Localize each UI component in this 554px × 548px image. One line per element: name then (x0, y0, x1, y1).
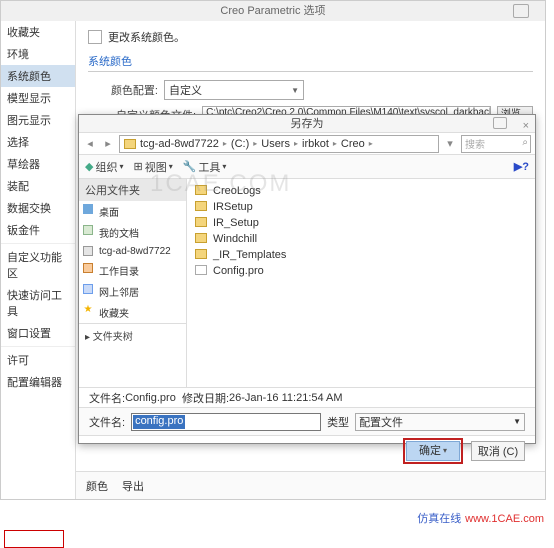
search-icon: ⌕ (522, 137, 528, 148)
file-item[interactable]: IRSetup (191, 199, 531, 215)
color-config-select[interactable]: 自定义 ▼ (164, 80, 304, 100)
bc-folder[interactable]: Creo (341, 138, 365, 150)
chevron-down-icon: ▼ (513, 417, 521, 426)
place-item[interactable]: 网上邻居 (79, 281, 186, 302)
tools-button[interactable]: 🔧工具▾ (183, 159, 227, 175)
sidebar-item[interactable]: 快速访问工具 (1, 284, 75, 322)
footer-export[interactable]: 导出 (122, 478, 144, 494)
navbar: ◂ ▸ tcg-ad-8wd7722▸ (C:)▸ Users▸ irbkot▸… (79, 133, 535, 155)
options-desc: 更改系统颜色。 (108, 29, 185, 45)
toolbar: ◆组织▾ ⊞视图▾ 🔧工具▾ ▶? (79, 155, 535, 179)
sidebar-item[interactable]: 自定义功能区 (1, 246, 75, 284)
bc-users[interactable]: Users (261, 138, 290, 150)
section-header: 系统颜色 (88, 53, 533, 72)
filename-input[interactable]: config.pro (131, 413, 321, 431)
bc-host[interactable]: tcg-ad-8wd7722 (140, 138, 219, 150)
saveas-title: 另存为 (291, 118, 324, 130)
file-item[interactable]: Windchill (191, 231, 531, 247)
file-item[interactable]: CreoLogs (191, 183, 531, 199)
neigh-icon (83, 284, 93, 294)
sidebar-item[interactable]: 环境 (1, 43, 75, 65)
place-item[interactable]: ★收藏夹 (79, 302, 186, 323)
button-row: 确定▾ 取消 (C) (79, 435, 535, 465)
bc-c[interactable]: (C:) (231, 138, 249, 150)
cancel-button[interactable]: 取消 (C) (471, 441, 525, 461)
organize-icon: ◆ (85, 160, 93, 173)
breadcrumb[interactable]: tcg-ad-8wd7722▸ (C:)▸ Users▸ irbkot▸ Cre… (119, 135, 439, 153)
site-url: 仿真在线 www.1CAE.com (417, 509, 544, 526)
host-icon (83, 246, 93, 256)
places-header: 公用文件夹 (79, 179, 186, 201)
view-button[interactable]: ⊞视图▾ (133, 159, 172, 175)
help-icon[interactable]: ▶? (514, 160, 529, 173)
sidebar-item[interactable]: 图元显示 (1, 109, 75, 131)
sidebar-item[interactable]: 模型显示 (1, 87, 75, 109)
place-item[interactable]: tcg-ad-8wd7722 (79, 243, 186, 260)
folder-icon (124, 139, 136, 149)
folder-icon (195, 233, 207, 243)
chevron-down-icon: ▼ (291, 86, 299, 95)
saveas-titlebar: 另存为 × (79, 115, 535, 133)
sidebar-item[interactable]: 钣金件 (1, 219, 75, 241)
place-item[interactable]: 工作目录 (79, 260, 186, 281)
settings-icon[interactable] (493, 117, 507, 129)
filename-label: 文件名: (89, 414, 125, 430)
folder-icon (195, 201, 207, 211)
color-config-value: 自定义 (169, 82, 202, 98)
sidebar-item[interactable]: 草绘器 (1, 153, 75, 175)
color-config-label: 颜色配置: (88, 82, 158, 98)
docs-icon (83, 225, 93, 235)
filename-row: 文件名: config.pro 类型 配置文件 ▼ (79, 407, 535, 435)
ok-button-highlight: 确定▾ (403, 438, 463, 464)
folder-icon (195, 249, 207, 259)
workdir-icon (83, 263, 93, 273)
place-item[interactable]: 我的文档 (79, 222, 186, 243)
close-icon[interactable]: × (523, 117, 529, 135)
type-select[interactable]: 配置文件 ▼ (355, 413, 525, 431)
file-item[interactable]: Config.pro (191, 263, 531, 279)
ok-button[interactable]: 确定▾ (406, 441, 460, 461)
nav-dropdown-icon[interactable]: ▾ (443, 137, 457, 151)
search-placeholder: 搜索 (462, 140, 485, 151)
folder-tree-expander[interactable]: ▸ 文件夹树 (79, 323, 186, 347)
places-pane: 公用文件夹 桌面我的文档tcg-ad-8wd7722工作目录网上邻居★收藏夹 ▸… (79, 179, 187, 387)
desktop-icon (83, 204, 93, 214)
search-input[interactable]: 搜索 ⌕ (461, 135, 531, 153)
fav-icon: ★ (83, 305, 93, 315)
file-item[interactable]: IR_Setup (191, 215, 531, 231)
type-label: 类型 (327, 414, 349, 430)
organize-button[interactable]: ◆组织▾ (85, 159, 123, 175)
file-info-row: 文件名: Config.pro 修改日期: 26-Jan-16 11:21:54… (79, 387, 535, 407)
footer-color[interactable]: 颜色 (86, 478, 108, 494)
sidebar-item[interactable]: 系统颜色 (1, 65, 75, 87)
file-list[interactable]: CreoLogsIRSetupIR_SetupWindchill_IR_Temp… (187, 179, 535, 387)
sidebar-item[interactable]: 配置编辑器 (1, 371, 75, 393)
sidebar-item[interactable]: 装配 (1, 175, 75, 197)
options-footer: 颜色 导出 (76, 471, 545, 499)
bc-user[interactable]: irbkot (302, 138, 329, 150)
sidebar-item[interactable]: 收藏夹 (1, 21, 75, 43)
sidebar-item[interactable]: 窗口设置 (1, 322, 75, 344)
nav-fwd-icon[interactable]: ▸ (101, 137, 115, 151)
folder-icon (195, 217, 207, 227)
discard-button-highlight (4, 530, 64, 548)
saveas-body: 公用文件夹 桌面我的文档tcg-ad-8wd7722工作目录网上邻居★收藏夹 ▸… (79, 179, 535, 387)
place-item[interactable]: 桌面 (79, 201, 186, 222)
page-icon (88, 30, 102, 44)
options-titlebar: Creo Parametric 选项 (1, 1, 545, 21)
sidebar-item[interactable]: 选择 (1, 131, 75, 153)
options-title: Creo Parametric 选项 (220, 5, 325, 17)
sidebar-item[interactable]: 许可 (1, 349, 75, 371)
nav-back-icon[interactable]: ◂ (83, 137, 97, 151)
file-item[interactable]: _IR_Templates (191, 247, 531, 263)
saveas-dialog: 另存为 × ◂ ▸ tcg-ad-8wd7722▸ (C:)▸ Users▸ i… (78, 114, 536, 444)
system-menu-icon[interactable] (513, 4, 529, 18)
sidebar-item[interactable]: 数据交换 (1, 197, 75, 219)
file-icon (195, 265, 207, 275)
folder-icon (195, 185, 207, 195)
options-sidebar: 收藏夹环境系统颜色模型显示图元显示选择草绘器装配数据交换钣金件自定义功能区快速访… (1, 21, 76, 499)
